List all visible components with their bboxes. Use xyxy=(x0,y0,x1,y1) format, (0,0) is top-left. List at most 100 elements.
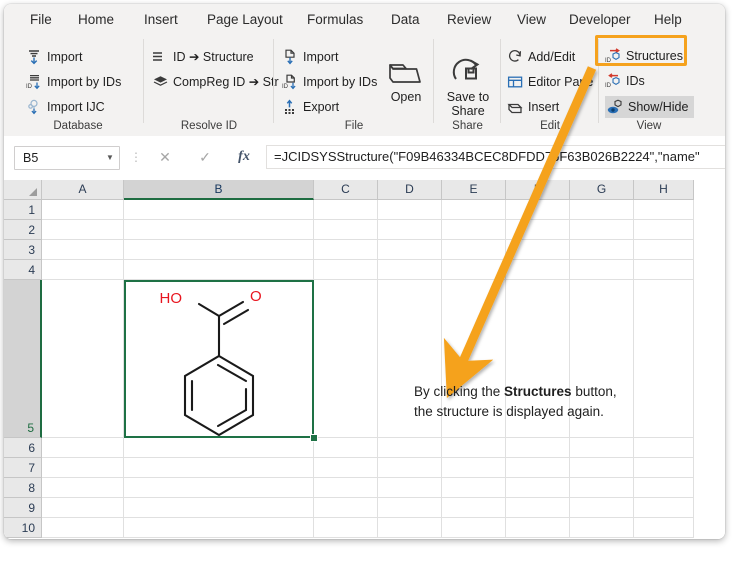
grid-cell-A2[interactable] xyxy=(42,220,124,240)
grid-cell-H4[interactable] xyxy=(634,260,694,280)
grid-cell-G7[interactable] xyxy=(570,458,634,478)
ribbon-command-import[interactable]: Import xyxy=(282,47,338,67)
grid-cell-F6[interactable] xyxy=(506,438,570,458)
grid-cell-C2[interactable] xyxy=(314,220,378,240)
grid-cell-A5[interactable] xyxy=(42,280,124,438)
grid-cell-D7[interactable] xyxy=(378,458,442,478)
grid-cell-D6[interactable] xyxy=(378,438,442,458)
grid-cell-H9[interactable] xyxy=(634,498,694,518)
grid-cell-D4[interactable] xyxy=(378,260,442,280)
grid-cell-G1[interactable] xyxy=(570,200,634,220)
grid-cell-H8[interactable] xyxy=(634,478,694,498)
column-header-B[interactable]: B xyxy=(124,180,314,200)
row-header-10[interactable]: 10 xyxy=(4,518,42,538)
ribbon-tab-page-layout[interactable]: Page Layout xyxy=(207,11,283,28)
grid-cell-F3[interactable] xyxy=(506,240,570,260)
grid-cell-D9[interactable] xyxy=(378,498,442,518)
grid-cell-C1[interactable] xyxy=(314,200,378,220)
ribbon-command-ids[interactable]: IDIDs xyxy=(605,71,645,91)
grid-cell-C8[interactable] xyxy=(314,478,378,498)
grid-cell-A4[interactable] xyxy=(42,260,124,280)
grid-cell-F1[interactable] xyxy=(506,200,570,220)
grid-cell-H6[interactable] xyxy=(634,438,694,458)
row-header-7[interactable]: 7 xyxy=(4,458,42,478)
column-header-H[interactable]: H xyxy=(634,180,694,200)
grid-cell-C9[interactable] xyxy=(314,498,378,518)
grid-cell-H1[interactable] xyxy=(634,200,694,220)
fx-icon[interactable]: fx xyxy=(230,146,258,168)
row-header-4[interactable]: 4 xyxy=(4,260,42,280)
ribbon-command-show-hide[interactable]: Show/Hide xyxy=(605,96,694,118)
ribbon-command-insert[interactable]: Insert xyxy=(507,97,559,117)
ribbon-tab-developer[interactable]: Developer xyxy=(569,11,631,28)
grid-cell-D2[interactable] xyxy=(378,220,442,240)
grid-cell-H10[interactable] xyxy=(634,518,694,538)
row-header-6[interactable]: 6 xyxy=(4,438,42,458)
grid-cell-E4[interactable] xyxy=(442,260,506,280)
grid-cell-G3[interactable] xyxy=(570,240,634,260)
grid-cell-G10[interactable] xyxy=(570,518,634,538)
active-cell-outline[interactable] xyxy=(124,280,314,438)
grid-cell-E7[interactable] xyxy=(442,458,506,478)
column-header-A[interactable]: A xyxy=(42,180,124,200)
grid-cell-F4[interactable] xyxy=(506,260,570,280)
grid-cell-A8[interactable] xyxy=(42,478,124,498)
grid-cell-B8[interactable] xyxy=(124,478,314,498)
ribbon-command-open[interactable]: Open xyxy=(378,57,434,104)
grid-cell-G4[interactable] xyxy=(570,260,634,280)
name-box[interactable]: B5 ▼ xyxy=(14,146,120,170)
ribbon-command-export[interactable]: Export xyxy=(282,97,339,117)
grid-cell-B2[interactable] xyxy=(124,220,314,240)
ribbon-tab-formulas[interactable]: Formulas xyxy=(307,11,363,28)
row-header-9[interactable]: 9 xyxy=(4,498,42,518)
ribbon-command-import-ijc[interactable]: Import IJC xyxy=(26,97,105,117)
grid-cell-F10[interactable] xyxy=(506,518,570,538)
column-header-F[interactable]: F xyxy=(506,180,570,200)
ribbon-command-save-to-share[interactable]: Save toShare xyxy=(440,57,496,118)
grid-cell-A6[interactable] xyxy=(42,438,124,458)
ribbon-command-import-by-ids[interactable]: IDImport by IDs xyxy=(26,72,121,92)
column-header-C[interactable]: C xyxy=(314,180,378,200)
formula-input[interactable]: =JCIDSYSStructure("F09B46334BCEC8DFDD76F… xyxy=(266,145,725,169)
grid-cell-C5[interactable] xyxy=(314,280,378,438)
grid-cell-E8[interactable] xyxy=(442,478,506,498)
grid-cell-F9[interactable] xyxy=(506,498,570,518)
column-header-G[interactable]: G xyxy=(570,180,634,200)
grid-cell-F2[interactable] xyxy=(506,220,570,240)
ribbon-tab-home[interactable]: Home xyxy=(78,11,114,28)
grid-cell-A1[interactable] xyxy=(42,200,124,220)
column-header-D[interactable]: D xyxy=(378,180,442,200)
grid-cell-A10[interactable] xyxy=(42,518,124,538)
grid-cell-H7[interactable] xyxy=(634,458,694,478)
fill-handle[interactable] xyxy=(310,434,318,442)
grid-cell-E10[interactable] xyxy=(442,518,506,538)
grid-cell-B4[interactable] xyxy=(124,260,314,280)
ribbon-tab-insert[interactable]: Insert xyxy=(144,11,178,28)
grid-cell-D8[interactable] xyxy=(378,478,442,498)
ribbon-command-add-edit[interactable]: Add/Edit xyxy=(507,47,575,67)
ribbon-tab-view[interactable]: View xyxy=(517,11,546,28)
grid-cell-H3[interactable] xyxy=(634,240,694,260)
grid-cell-B3[interactable] xyxy=(124,240,314,260)
grid-cell-F7[interactable] xyxy=(506,458,570,478)
grid-cell-C4[interactable] xyxy=(314,260,378,280)
chevron-down-icon[interactable]: ▼ xyxy=(101,147,119,169)
row-header-3[interactable]: 3 xyxy=(4,240,42,260)
grid-cell-H2[interactable] xyxy=(634,220,694,240)
row-header-2[interactable]: 2 xyxy=(4,220,42,240)
grid-cell-B1[interactable] xyxy=(124,200,314,220)
grid-cell-C10[interactable] xyxy=(314,518,378,538)
ribbon-tab-review[interactable]: Review xyxy=(447,11,491,28)
ribbon-command-compreg-id-str[interactable]: CompReg ID ➔ Str xyxy=(152,72,279,92)
grid-cell-C7[interactable] xyxy=(314,458,378,478)
grid-cell-E6[interactable] xyxy=(442,438,506,458)
grid-cell-D3[interactable] xyxy=(378,240,442,260)
grid-cell-E2[interactable] xyxy=(442,220,506,240)
grid-cell-E3[interactable] xyxy=(442,240,506,260)
ribbon-command-editor-pane[interactable]: Editor Pane xyxy=(507,72,593,92)
grid-cell-C6[interactable] xyxy=(314,438,378,458)
row-header-8[interactable]: 8 xyxy=(4,478,42,498)
grid-cell-G9[interactable] xyxy=(570,498,634,518)
select-all-corner[interactable] xyxy=(4,180,42,200)
grid-cell-D1[interactable] xyxy=(378,200,442,220)
